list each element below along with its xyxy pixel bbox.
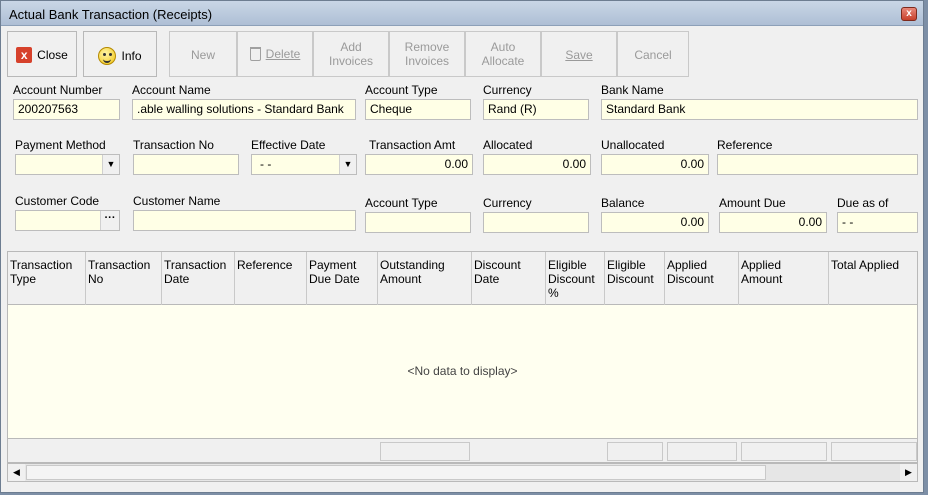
allocation-grid[interactable]: Transaction Type Transaction No Transactio… <box>7 251 918 463</box>
amount-due-field[interactable]: 0.00 <box>719 212 827 233</box>
account-number-label: Account Number <box>13 83 103 97</box>
column-header-payment-due-date[interactable]: Payment Due Date <box>307 252 378 305</box>
amount-due-label: Amount Due <box>719 196 786 210</box>
add-invoices-label-2: Invoices <box>328 54 374 68</box>
remove-invoices-button[interactable]: Remove Invoices <box>389 31 465 77</box>
effective-date-label: Effective Date <box>251 138 326 152</box>
account-name-label: Account Name <box>132 83 211 97</box>
auto-allocate-button[interactable]: Auto Allocate <box>465 31 541 77</box>
footer-cell-total-applied <box>831 442 917 461</box>
customer-code-field[interactable]: ··· <box>15 210 120 231</box>
chevron-down-icon[interactable]: ▼ <box>339 155 356 174</box>
account-type-label: Account Type <box>365 83 438 97</box>
footer-cell-applied-amount-total <box>741 442 827 461</box>
close-icon: x <box>16 47 33 63</box>
allocated-field[interactable]: 0.00 <box>483 154 591 175</box>
transaction-amt-label: Transaction Amt <box>369 138 456 152</box>
effective-date-picker[interactable]: - - ▼ <box>251 154 357 175</box>
footer-cell-applied-discount-total <box>667 442 737 461</box>
bank-transaction-window: Actual Bank Transaction (Receipts) x x C… <box>0 0 924 493</box>
payment-method-label: Payment Method <box>15 138 106 152</box>
customer-account-type-field[interactable] <box>365 212 471 233</box>
auto-allocate-label-1: Auto <box>490 40 516 54</box>
currency-field[interactable]: Rand (R) <box>483 99 589 120</box>
close-button[interactable]: x Close <box>7 31 77 77</box>
cancel-label: Cancel <box>634 48 672 62</box>
scroll-left-icon[interactable]: ◀ <box>8 464 25 481</box>
transaction-no-label: Transaction No <box>133 138 214 152</box>
add-invoices-label-1: Add <box>340 40 362 54</box>
title-bar: Actual Bank Transaction (Receipts) x <box>1 1 923 26</box>
footer-cell-outstanding-total <box>380 442 470 461</box>
save-button[interactable]: Save <box>541 31 617 77</box>
reference-label: Reference <box>717 138 773 152</box>
column-header-outstanding-amount[interactable]: Outstanding Amount <box>378 252 472 305</box>
customer-currency-label: Currency <box>483 196 532 210</box>
column-header-transaction-no[interactable]: Transaction No <box>86 252 162 305</box>
due-as-of-field[interactable]: - - <box>837 212 918 233</box>
add-invoices-button[interactable]: Add Invoices <box>313 31 389 77</box>
reference-field[interactable] <box>717 154 918 175</box>
transaction-amt-field[interactable]: 0.00 <box>365 154 473 175</box>
customer-account-type-label: Account Type <box>365 196 438 210</box>
horizontal-scrollbar[interactable]: ◀ ▶ <box>7 463 918 482</box>
new-button[interactable]: New <box>169 31 237 77</box>
column-header-eligible-discount-pct[interactable]: Eligible Discount% <box>546 252 605 305</box>
window-close-button[interactable]: x <box>901 7 917 21</box>
cancel-button[interactable]: Cancel <box>617 31 689 77</box>
scroll-right-icon[interactable]: ▶ <box>900 464 917 481</box>
account-number-field[interactable]: 200207563 <box>13 99 120 120</box>
allocated-label: Allocated <box>483 138 533 152</box>
due-as-of-label: Due as of <box>837 196 889 210</box>
customer-name-field[interactable] <box>133 210 356 231</box>
empty-grid-message: <No data to display> <box>407 364 518 378</box>
delete-button[interactable]: Delete <box>237 31 313 77</box>
column-header-discount-date[interactable]: Discount Date <box>472 252 546 305</box>
column-header-applied-amount[interactable]: Applied Amount <box>739 252 829 305</box>
window-title: Actual Bank Transaction (Receipts) <box>9 7 213 22</box>
transaction-no-field[interactable] <box>133 154 239 175</box>
customer-currency-field[interactable] <box>483 212 589 233</box>
grid-header: Transaction Type Transaction No Transactio… <box>8 252 917 305</box>
remove-invoices-label-1: Remove <box>404 40 450 54</box>
column-header-eligible-discount[interactable]: Eligible Discount <box>605 252 665 305</box>
close-label: Close <box>37 48 68 62</box>
account-name-field[interactable]: .able walling solutions - Standard Bank <box>132 99 356 120</box>
column-header-reference[interactable]: Reference <box>235 252 307 305</box>
unallocated-field[interactable]: 0.00 <box>601 154 709 175</box>
chevron-down-icon[interactable]: ▼ <box>102 155 119 174</box>
bank-name-label: Bank Name <box>601 83 664 97</box>
column-header-transaction-type[interactable]: Transaction Type <box>8 252 86 305</box>
balance-field[interactable]: 0.00 <box>601 212 709 233</box>
bank-name-field[interactable]: Standard Bank <box>601 99 918 120</box>
account-type-field[interactable]: Cheque <box>365 99 471 120</box>
delete-label: Delete <box>265 47 301 61</box>
ellipsis-icon[interactable]: ··· <box>100 211 119 230</box>
customer-code-label: Customer Code <box>15 194 100 208</box>
customer-name-label: Customer Name <box>133 194 221 208</box>
column-header-total-applied[interactable]: Total Applied <box>829 252 917 305</box>
column-header-applied-discount[interactable]: Applied Discount <box>665 252 739 305</box>
remove-invoices-label-2: Invoices <box>404 54 450 68</box>
column-header-transaction-date[interactable]: Transaction Date <box>162 252 235 305</box>
smiley-icon <box>98 47 117 65</box>
save-label: Save <box>565 48 593 62</box>
payment-method-select[interactable]: ▼ <box>15 154 120 175</box>
currency-label: Currency <box>483 83 532 97</box>
toolbar: x Close Info New Delete Add Invoices Rem… <box>7 31 689 77</box>
info-label: Info <box>121 49 142 63</box>
balance-label: Balance <box>601 196 645 210</box>
new-label: New <box>190 48 215 62</box>
trash-icon <box>249 47 261 61</box>
scrollbar-thumb[interactable] <box>26 465 766 480</box>
grid-footer <box>8 438 917 462</box>
auto-allocate-label-2: Allocate <box>481 54 525 68</box>
effective-date-value: - - <box>260 157 272 171</box>
info-button[interactable]: Info <box>83 31 157 77</box>
unallocated-label: Unallocated <box>601 138 665 152</box>
footer-cell-eligible-discount-total <box>607 442 663 461</box>
